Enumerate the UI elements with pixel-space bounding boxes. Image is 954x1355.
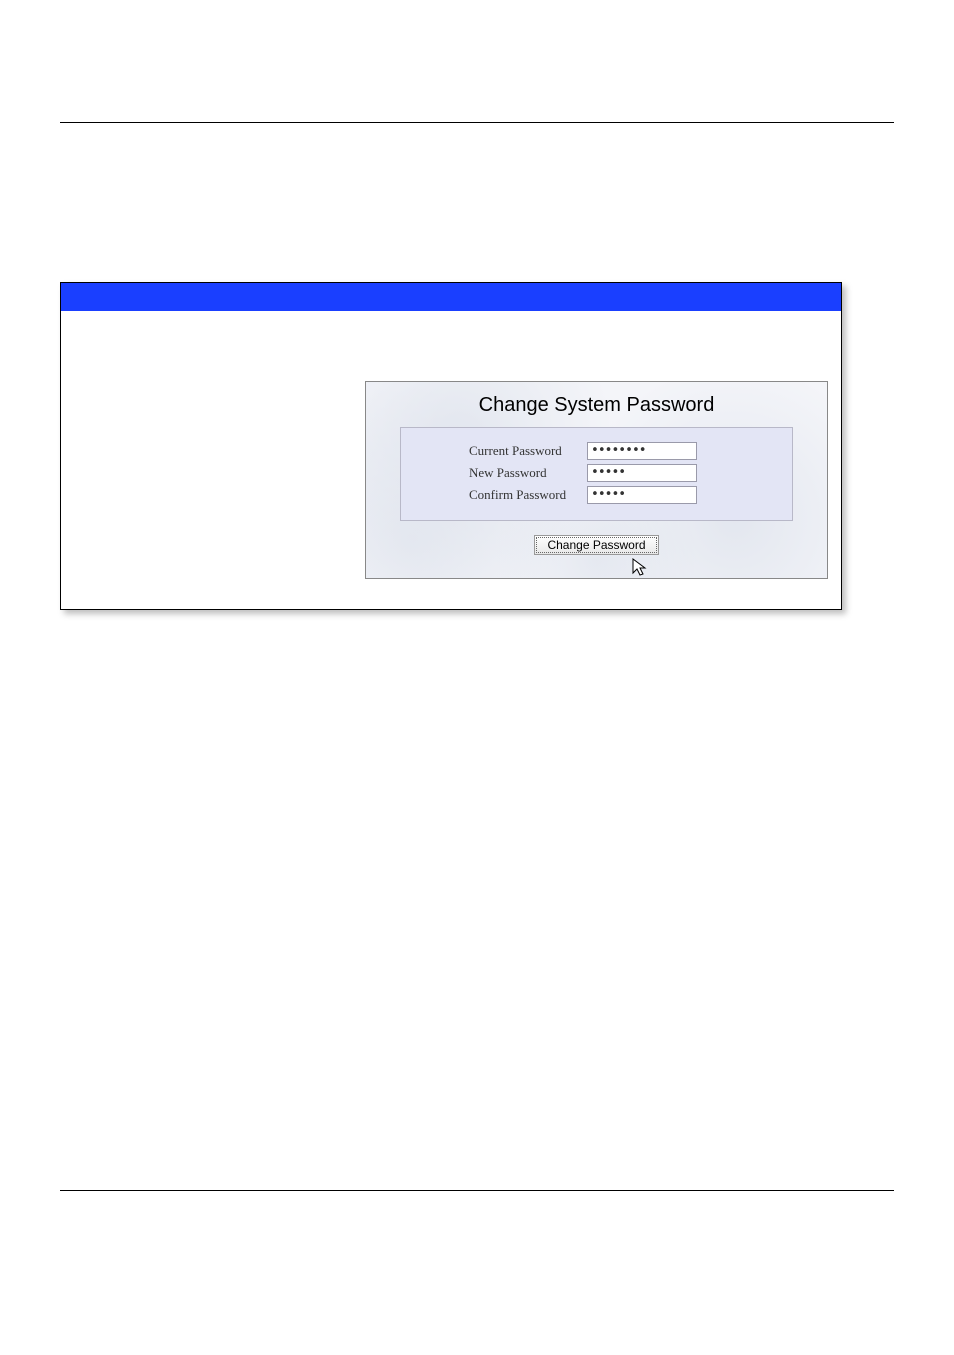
row-new-password: New Password ••••• — [401, 462, 792, 484]
title-bar — [61, 283, 841, 311]
content-area: Change System Password Current Password … — [61, 311, 841, 609]
change-password-panel: Change System Password Current Password … — [365, 381, 828, 579]
input-new-password[interactable]: ••••• — [587, 464, 697, 482]
row-current-password: Current Password •••••••• — [401, 440, 792, 462]
screenshot-window: Change System Password Current Password … — [60, 282, 842, 610]
change-password-button[interactable]: Change Password — [534, 535, 658, 555]
row-confirm-password: Confirm Password ••••• — [401, 484, 792, 506]
input-confirm-password[interactable]: ••••• — [587, 486, 697, 504]
horizontal-rule-top — [60, 122, 894, 123]
panel-title: Change System Password — [366, 382, 827, 427]
password-form: Current Password •••••••• New Password •… — [400, 427, 793, 521]
label-new-password: New Password — [469, 465, 587, 481]
input-current-password[interactable]: •••••••• — [587, 442, 697, 460]
label-confirm-password: Confirm Password — [469, 487, 587, 503]
label-current-password: Current Password — [469, 443, 587, 459]
horizontal-rule-bottom — [60, 1190, 894, 1191]
